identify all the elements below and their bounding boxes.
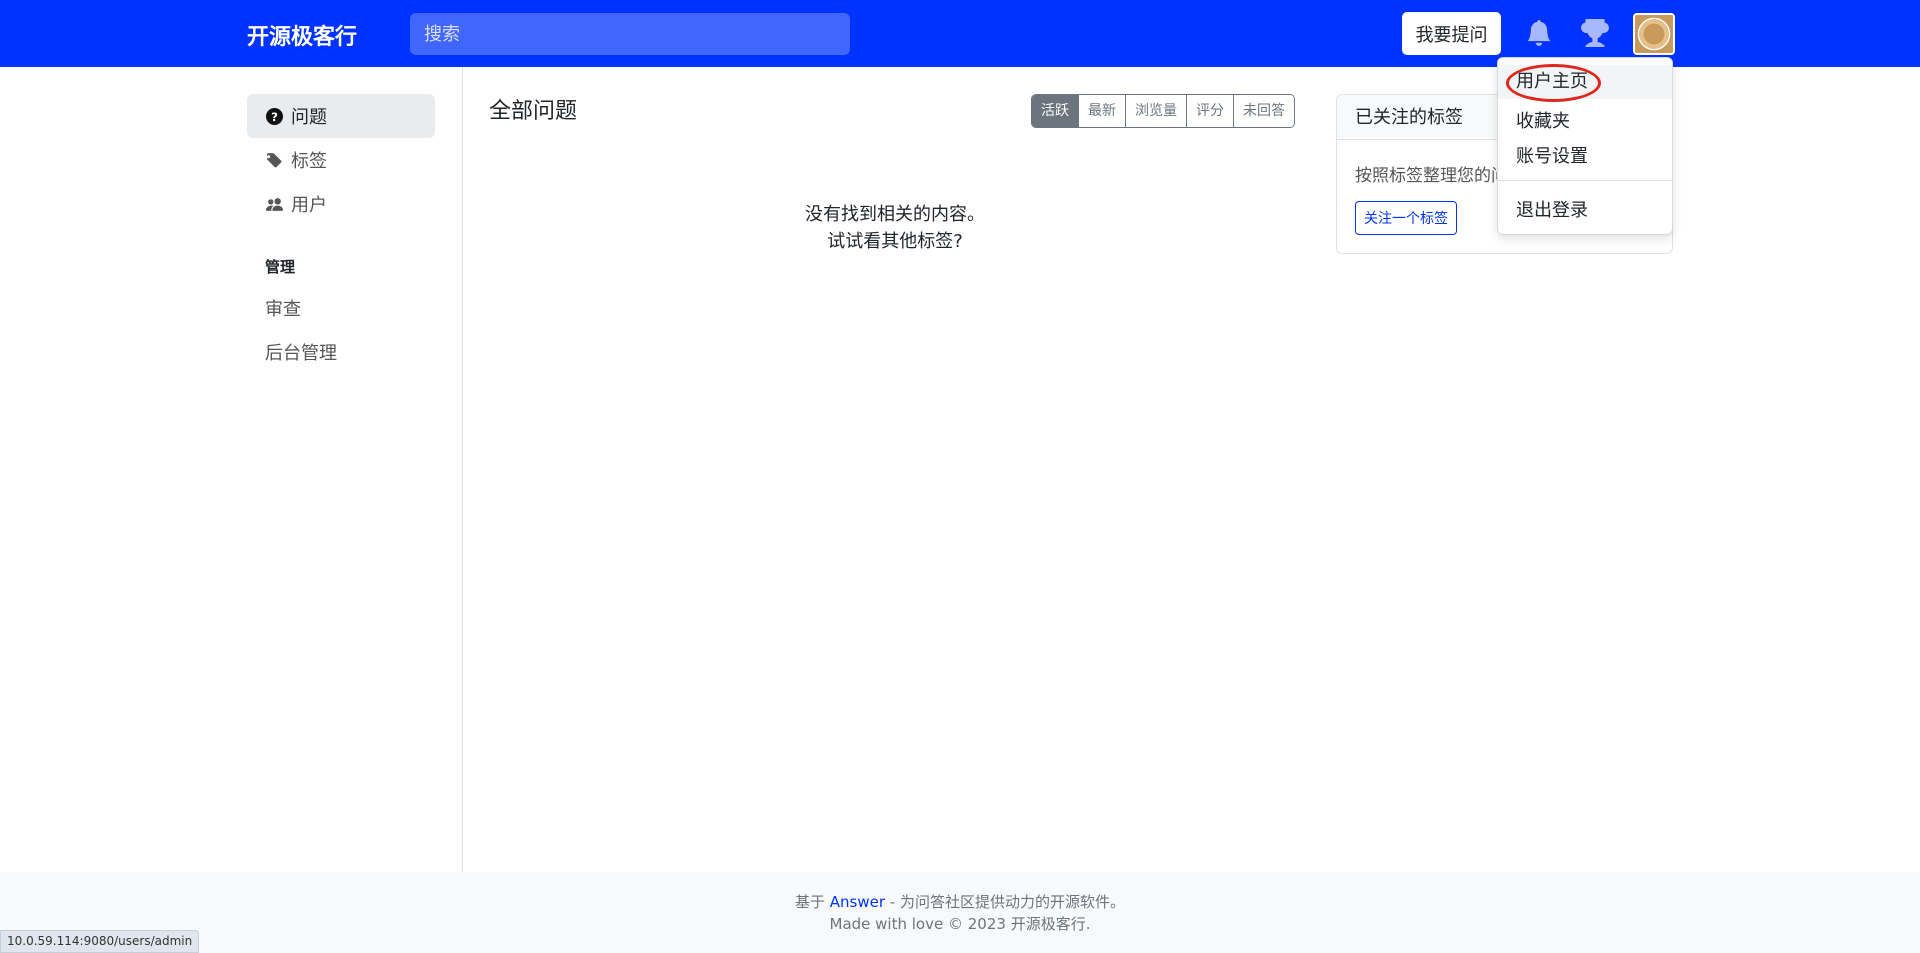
question-circle-icon: ?	[265, 107, 283, 125]
sidebar-item-review[interactable]: 审查	[247, 286, 435, 330]
footer-prefix: 基于	[795, 893, 830, 911]
sidebar-item-questions[interactable]: ? 问题	[247, 94, 435, 138]
sidebar-item-label: 用户	[291, 195, 327, 216]
tab-score[interactable]: 评分	[1186, 95, 1233, 127]
sidebar-item-label: 问题	[291, 107, 327, 128]
footer-credit: 基于 Answer - 为问答社区提供动力的开源软件。	[0, 891, 1920, 912]
sidebar-item-tags[interactable]: 标签	[247, 138, 435, 182]
footer: 基于 Answer - 为问答社区提供动力的开源软件。 Made with lo…	[0, 872, 1920, 953]
footer-copyright: Made with love © 2023 开源极客行.	[829, 915, 1091, 933]
tag-icon	[265, 152, 283, 169]
empty-state: 没有找到相关的内容。 试试看其他标签?	[700, 201, 1090, 255]
empty-message: 没有找到相关的内容。	[805, 204, 985, 225]
menu-item-settings[interactable]: 账号设置	[1516, 142, 1588, 168]
page-title: 全部问题	[489, 99, 578, 124]
trophy-icon[interactable]	[1578, 16, 1612, 50]
footer-suffix: - 为问答社区提供动力的开源软件。	[885, 893, 1125, 911]
answer-link[interactable]: Answer	[830, 893, 885, 911]
menu-divider	[1498, 180, 1672, 181]
sidebar: ? 问题 标签 用户 管理 审查 后台管理	[247, 94, 435, 374]
sidebar-divider	[462, 67, 463, 872]
highlight-annotation	[1506, 64, 1601, 102]
browser-status-url: 10.0.59.114:9080/users/admin	[0, 930, 200, 953]
follow-tag-button[interactable]: 关注一个标签	[1355, 201, 1457, 235]
sidebar-item-label: 标签	[291, 151, 327, 172]
search-input[interactable]	[410, 13, 850, 55]
tab-newest[interactable]: 最新	[1078, 95, 1125, 127]
ask-question-button[interactable]: 我要提问	[1402, 12, 1501, 55]
bell-icon[interactable]	[1522, 16, 1556, 50]
sidebar-item-admin[interactable]: 后台管理	[247, 330, 435, 374]
people-icon	[265, 196, 283, 213]
menu-item-bookmarks[interactable]: 收藏夹	[1516, 107, 1570, 133]
sort-tabs: 活跃 最新 浏览量 评分 未回答	[1031, 94, 1295, 128]
sidebar-item-users[interactable]: 用户	[247, 182, 435, 226]
site-brand[interactable]: 开源极客行	[247, 19, 357, 51]
empty-hint: 试试看其他标签?	[827, 231, 963, 252]
tab-views[interactable]: 浏览量	[1125, 95, 1186, 127]
tab-active[interactable]: 活跃	[1032, 95, 1078, 127]
svg-text:?: ?	[271, 109, 278, 123]
tab-unanswered[interactable]: 未回答	[1233, 95, 1294, 127]
admin-heading: 管理	[265, 258, 296, 276]
menu-item-logout[interactable]: 退出登录	[1516, 196, 1588, 222]
user-avatar[interactable]	[1633, 13, 1675, 55]
